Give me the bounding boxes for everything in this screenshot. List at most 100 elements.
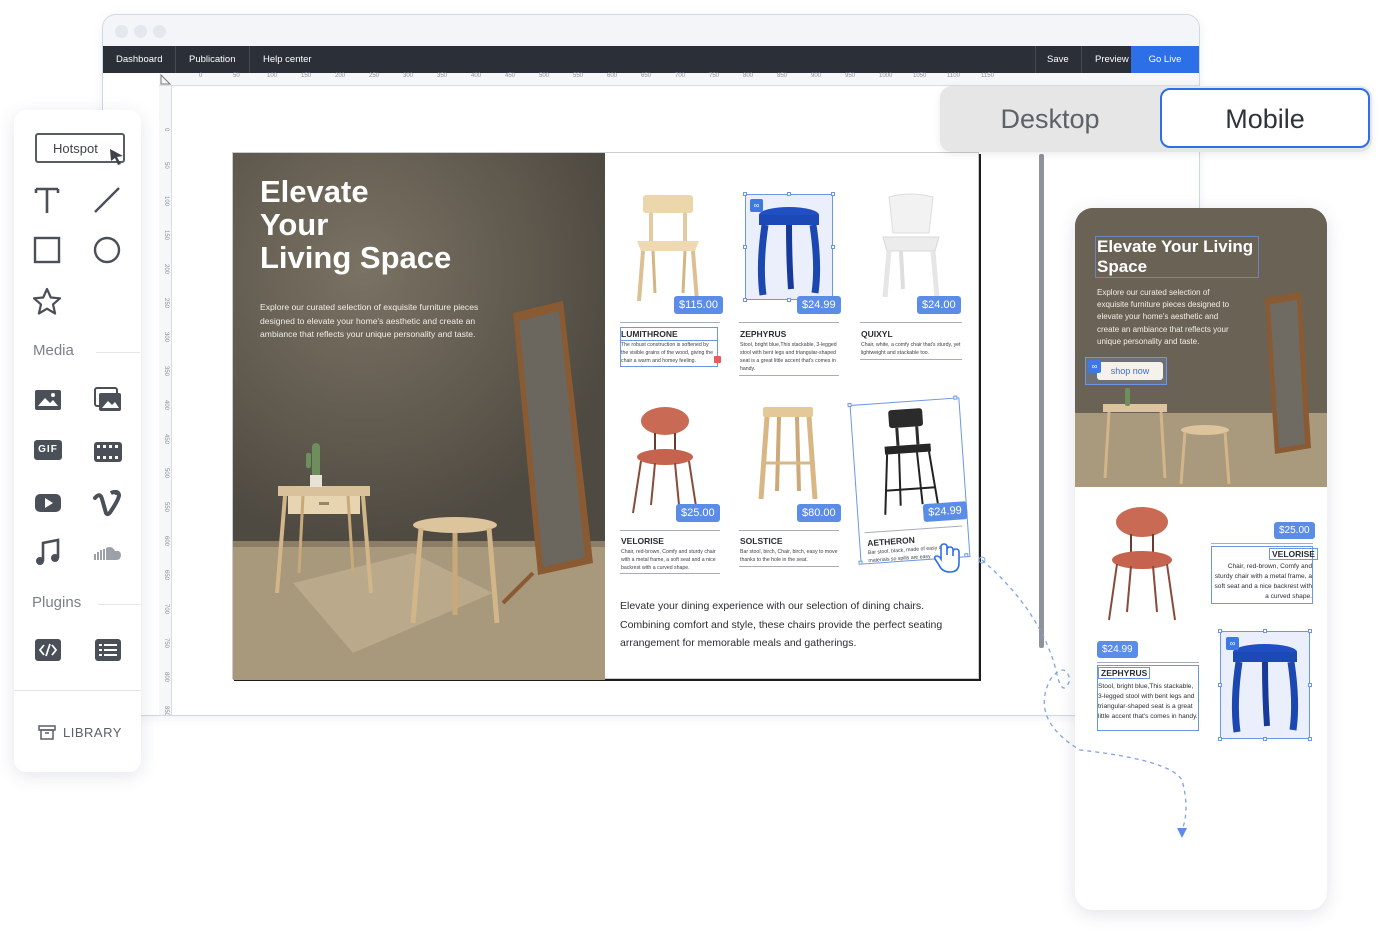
shop-now-button[interactable]: shop now	[1097, 362, 1163, 380]
resize-handle[interactable]	[1263, 737, 1267, 741]
nav-help-center[interactable]: Help center	[263, 46, 312, 73]
vimeo-tool-icon[interactable]	[92, 487, 124, 519]
ruler-tick-label: 1100	[947, 73, 960, 79]
hand-cursor-icon	[933, 543, 960, 573]
gif-tool-icon[interactable]: GIF	[34, 440, 62, 460]
text-tool-icon[interactable]	[31, 184, 63, 216]
ruler-tick-label: 850	[163, 706, 169, 716]
ruler-tick-label: 350	[163, 366, 169, 377]
ruler-tick-label: 250	[163, 298, 169, 309]
product-name: ZEPHYRUS	[740, 329, 787, 339]
section-paragraph: Elevate your dining experience with our …	[620, 600, 943, 649]
resize-handle[interactable]	[953, 395, 958, 400]
nav-publication[interactable]: Publication	[189, 46, 235, 73]
hero-title-line: Elevate	[260, 174, 369, 209]
ruler-tick-label: 100	[163, 196, 169, 207]
ruler-tick-label: 400	[471, 73, 482, 79]
hero-title: Elevate Your Living Space	[260, 175, 451, 274]
app-navbar: Dashboard Publication Help center Save P…	[103, 46, 1199, 73]
ruler-tick-label: 550	[573, 73, 584, 79]
embed-code-icon[interactable]	[32, 634, 64, 666]
product-divider	[860, 359, 962, 360]
nav-divider	[1081, 46, 1082, 73]
ruler-tick-label: 0	[163, 128, 169, 132]
resize-handle[interactable]	[743, 245, 747, 249]
nav-divider	[1035, 46, 1036, 73]
resize-handle[interactable]	[1308, 683, 1312, 687]
resize-handle[interactable]	[787, 192, 791, 196]
resize-handle[interactable]	[787, 298, 791, 302]
rectangle-tool-icon[interactable]	[31, 234, 63, 266]
hero-title-line: Living Space	[260, 240, 452, 275]
desktop-view-button[interactable]: Desktop	[940, 86, 1160, 152]
resize-handle[interactable]	[1308, 737, 1312, 741]
preview-button[interactable]: Preview	[1095, 46, 1129, 73]
link-icon[interactable]: ∞	[1088, 360, 1101, 373]
ruler-tick-label: 550	[163, 502, 169, 513]
video-strip-tool-icon[interactable]	[92, 436, 124, 468]
resize-handle[interactable]	[743, 192, 747, 196]
page-spread[interactable]: Elevate Your Living Space Explore our cu…	[232, 152, 979, 680]
ruler-tick-label: 800	[163, 672, 169, 683]
go-live-button[interactable]: Go Live	[1131, 46, 1199, 73]
resize-handle[interactable]	[847, 402, 852, 408]
library-label: LIBRARY	[63, 725, 122, 740]
mobile-view-button[interactable]: Mobile	[1160, 88, 1370, 148]
product-divider	[739, 566, 839, 567]
price-badge: $115.00	[674, 296, 723, 314]
resize-handle[interactable]	[858, 560, 863, 565]
ruler-tick-label: 600	[163, 536, 169, 547]
link-icon[interactable]: ∞	[1226, 637, 1239, 650]
ruler-tick-label: 500	[539, 73, 550, 79]
ruler-tick-label: 1050	[913, 73, 927, 79]
nav-dashboard[interactable]: Dashboard	[116, 46, 162, 73]
price-badge: $24.99	[922, 501, 968, 523]
resize-handle[interactable]	[831, 245, 835, 249]
black-bar-stool-image	[884, 408, 941, 515]
line-tool-icon[interactable]	[91, 184, 123, 216]
tool-panel: Hotspot Media GIF Plugins LIBRARY	[14, 110, 141, 772]
ruler-tick-label: 450	[163, 434, 169, 445]
price-badge: $25.00	[676, 504, 720, 522]
save-button[interactable]: Save	[1047, 46, 1069, 73]
product-description: Stool, bright blue,This stackable, 3-leg…	[740, 342, 837, 372]
audio-tool-icon[interactable]	[32, 537, 64, 569]
product-name: QUIXYL	[861, 329, 893, 339]
blue-stool-image	[757, 207, 821, 296]
window-dot	[115, 25, 128, 38]
resize-handle[interactable]	[831, 192, 835, 196]
section-divider	[96, 352, 140, 353]
circle-tool-icon[interactable]	[91, 234, 123, 266]
soundcloud-tool-icon[interactable]	[92, 537, 124, 569]
gallery-tool-icon[interactable]	[92, 384, 124, 416]
ruler-tick-label: 150	[163, 230, 169, 241]
product-description: Chair, red-brown, Comfy and sturdy chair…	[1214, 563, 1313, 600]
rotated-product-group[interactable]: $24.99 AETHERON Bar stool, black, made o…	[847, 395, 971, 565]
youtube-tool-icon[interactable]	[32, 487, 64, 519]
list-plugin-icon[interactable]	[92, 634, 124, 666]
star-tool-icon[interactable]	[31, 286, 63, 318]
resize-handle[interactable]	[1218, 629, 1222, 633]
product-divider	[739, 530, 839, 531]
ruler-tick-label: 600	[607, 73, 618, 79]
wood-chair-image	[637, 195, 699, 302]
drag-path-arrow	[978, 556, 1187, 838]
library-button[interactable]: LIBRARY	[38, 723, 128, 743]
product-divider	[1211, 543, 1313, 544]
resize-handle[interactable]	[1218, 683, 1222, 687]
resize-handle[interactable]	[743, 298, 747, 302]
delete-handle-icon[interactable]	[714, 356, 721, 363]
resize-handle[interactable]	[1263, 629, 1267, 633]
plugins-section-label: Plugins	[32, 594, 82, 611]
ruler-tick-label: 850	[777, 73, 788, 79]
image-tool-icon[interactable]	[32, 384, 64, 416]
product-description: The robust construction is softened by t…	[621, 342, 713, 364]
nav-divider	[175, 46, 176, 73]
resize-handle[interactable]	[1308, 629, 1312, 633]
product-description: Chair, red-brown, Comfy and sturdy chair…	[621, 549, 716, 571]
ruler-tick-label: 200	[335, 73, 346, 79]
link-icon[interactable]: ∞	[750, 199, 763, 212]
product-name: VELORISE	[621, 536, 664, 546]
ruler-tick-label: 300	[403, 73, 414, 79]
resize-handle[interactable]	[1218, 737, 1222, 741]
